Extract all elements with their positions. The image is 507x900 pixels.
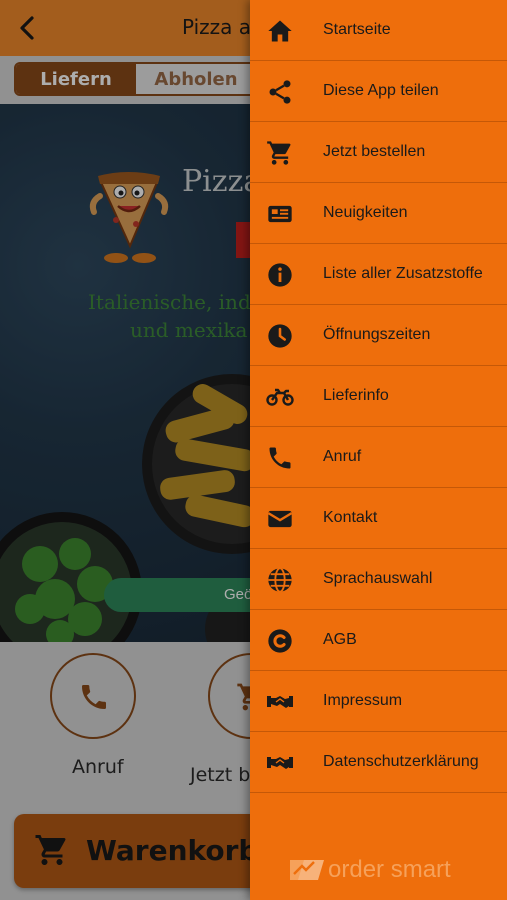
info-icon [268, 263, 292, 287]
share-icon [269, 80, 291, 104]
menu-label: Neuigkeiten [323, 204, 408, 221]
menu-label: Impressum [323, 692, 403, 709]
menu-item-imprint[interactable]: Impressum [250, 671, 507, 732]
menu-label: Jetzt bestellen [323, 143, 426, 160]
menu-item-additives[interactable]: Liste aller Zusatzstoffe [250, 244, 507, 305]
menu-item-contact[interactable]: Kontakt [250, 488, 507, 549]
handshake-icon [267, 696, 293, 708]
menu-label: Startseite [323, 21, 391, 38]
brand-name: order smart [328, 856, 451, 883]
menu-item-share[interactable]: Diese App teilen [250, 61, 507, 122]
menu-item-privacy[interactable]: Datenschutzerklärung [250, 732, 507, 793]
menu-item-order[interactable]: Jetzt bestellen [250, 122, 507, 183]
menu-item-call[interactable]: Anruf [250, 427, 507, 488]
menu-label: Anruf [323, 448, 362, 465]
envelope-icon [267, 510, 293, 528]
menu-item-language[interactable]: Sprachauswahl [250, 549, 507, 610]
motorcycle-icon [266, 388, 294, 406]
newspaper-icon [268, 205, 292, 223]
menu-label: Diese App teilen [323, 82, 439, 99]
menu-item-terms[interactable]: AGB [250, 610, 507, 671]
clock-icon [268, 324, 292, 348]
menu-item-opening-hours[interactable]: Öffnungszeiten [250, 305, 507, 366]
phone-icon [269, 447, 291, 469]
globe-icon [268, 567, 292, 593]
order-smart-logo [290, 860, 324, 880]
menu-label: Liste aller Zusatzstoffe [323, 265, 483, 282]
menu-label: Lieferinfo [323, 387, 389, 404]
menu-label: Datenschutzerklärung [323, 753, 479, 770]
menu-label: Sprachauswahl [323, 570, 433, 587]
menu-label: AGB [323, 631, 357, 648]
home-icon [268, 20, 292, 42]
menu-item-news[interactable]: Neuigkeiten [250, 183, 507, 244]
menu-label: Kontakt [323, 509, 378, 526]
menu-item-home[interactable]: Startseite [250, 0, 507, 61]
cart-icon [267, 141, 291, 165]
copyright-icon [268, 629, 292, 653]
menu-label: Öffnungszeiten [323, 326, 431, 343]
handshake-icon [267, 757, 293, 769]
side-drawer: Startseite Diese App teilen Jetzt bestel… [250, 0, 507, 900]
menu-item-delivery-info[interactable]: Lieferinfo [250, 366, 507, 427]
